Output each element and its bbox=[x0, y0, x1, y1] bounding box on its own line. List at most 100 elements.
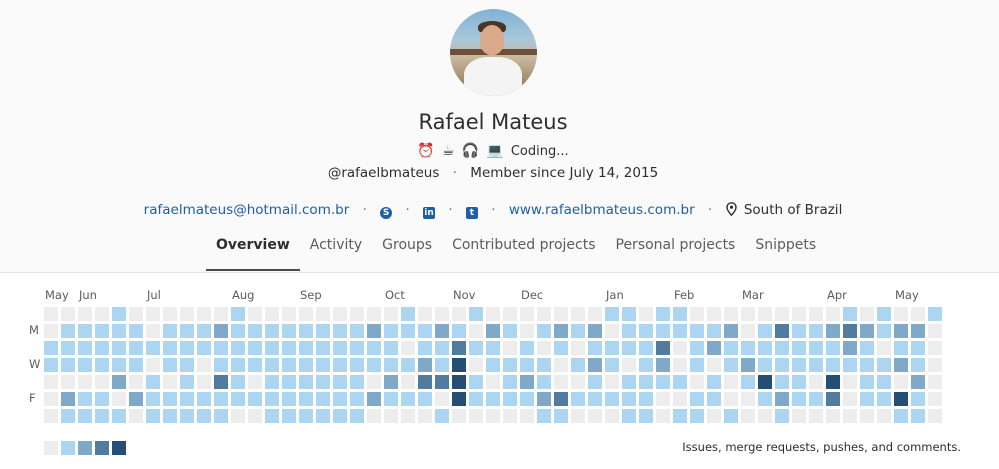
contribution-day-cell[interactable] bbox=[95, 358, 109, 372]
contribution-day-cell[interactable] bbox=[775, 341, 789, 355]
contribution-day-cell[interactable] bbox=[418, 409, 432, 423]
contribution-day-cell[interactable] bbox=[316, 324, 330, 338]
contribution-day-cell[interactable] bbox=[163, 341, 177, 355]
contribution-day-cell[interactable] bbox=[163, 307, 177, 321]
contribution-day-cell[interactable] bbox=[673, 392, 687, 406]
contribution-day-cell[interactable] bbox=[180, 307, 194, 321]
contribution-day-cell[interactable] bbox=[809, 358, 823, 372]
tab-groups[interactable]: Groups bbox=[372, 236, 442, 271]
contribution-day-cell[interactable] bbox=[486, 307, 500, 321]
contribution-day-cell[interactable] bbox=[486, 392, 500, 406]
contribution-day-cell[interactable] bbox=[95, 409, 109, 423]
contribution-day-cell[interactable] bbox=[622, 375, 636, 389]
contribution-day-cell[interactable] bbox=[724, 358, 738, 372]
contribution-day-cell[interactable] bbox=[112, 375, 126, 389]
contribution-day-cell[interactable] bbox=[197, 341, 211, 355]
contribution-day-cell[interactable] bbox=[299, 341, 313, 355]
contribution-day-cell[interactable] bbox=[690, 375, 704, 389]
contribution-day-cell[interactable] bbox=[826, 341, 840, 355]
contribution-day-cell[interactable] bbox=[231, 324, 245, 338]
contribution-day-cell[interactable] bbox=[877, 392, 891, 406]
contribution-day-cell[interactable] bbox=[911, 324, 925, 338]
contribution-day-cell[interactable] bbox=[860, 409, 874, 423]
contribution-day-cell[interactable] bbox=[605, 375, 619, 389]
contribution-day-cell[interactable] bbox=[928, 307, 942, 321]
contribution-day-cell[interactable] bbox=[265, 375, 279, 389]
contribution-day-cell[interactable] bbox=[707, 358, 721, 372]
contribution-day-cell[interactable] bbox=[690, 409, 704, 423]
contribution-day-cell[interactable] bbox=[639, 392, 653, 406]
contribution-day-cell[interactable] bbox=[809, 392, 823, 406]
contribution-day-cell[interactable] bbox=[520, 409, 534, 423]
contribution-day-cell[interactable] bbox=[673, 307, 687, 321]
contribution-day-cell[interactable] bbox=[775, 375, 789, 389]
contribution-day-cell[interactable] bbox=[673, 341, 687, 355]
contribution-day-cell[interactable] bbox=[299, 358, 313, 372]
contribution-day-cell[interactable] bbox=[129, 324, 143, 338]
contribution-day-cell[interactable] bbox=[333, 324, 347, 338]
contribution-day-cell[interactable] bbox=[146, 324, 160, 338]
contribution-day-cell[interactable] bbox=[554, 324, 568, 338]
contribution-day-cell[interactable] bbox=[95, 375, 109, 389]
contribution-day-cell[interactable] bbox=[146, 375, 160, 389]
contribution-day-cell[interactable] bbox=[180, 392, 194, 406]
contribution-day-cell[interactable] bbox=[843, 307, 857, 321]
contribution-day-cell[interactable] bbox=[826, 375, 840, 389]
contribution-day-cell[interactable] bbox=[622, 409, 636, 423]
contribution-day-cell[interactable] bbox=[129, 358, 143, 372]
contribution-day-cell[interactable] bbox=[95, 307, 109, 321]
contribution-day-cell[interactable] bbox=[826, 358, 840, 372]
linkedin-icon[interactable]: in bbox=[423, 207, 436, 219]
contribution-day-cell[interactable] bbox=[265, 392, 279, 406]
contribution-day-cell[interactable] bbox=[741, 341, 755, 355]
contribution-day-cell[interactable] bbox=[418, 307, 432, 321]
contribution-day-cell[interactable] bbox=[248, 358, 262, 372]
contribution-day-cell[interactable] bbox=[418, 358, 432, 372]
tab-overview[interactable]: Overview bbox=[206, 236, 300, 271]
contribution-day-cell[interactable] bbox=[758, 409, 772, 423]
contribution-day-cell[interactable] bbox=[214, 409, 228, 423]
contribution-day-cell[interactable] bbox=[690, 341, 704, 355]
contribution-day-cell[interactable] bbox=[401, 341, 415, 355]
contribution-day-cell[interactable] bbox=[792, 358, 806, 372]
contribution-day-cell[interactable] bbox=[469, 307, 483, 321]
contribution-day-cell[interactable] bbox=[826, 324, 840, 338]
contribution-day-cell[interactable] bbox=[639, 307, 653, 321]
contribution-day-cell[interactable] bbox=[350, 324, 364, 338]
contribution-day-cell[interactable] bbox=[78, 409, 92, 423]
contribution-day-cell[interactable] bbox=[316, 392, 330, 406]
contribution-day-cell[interactable] bbox=[724, 341, 738, 355]
contribution-day-cell[interactable] bbox=[656, 358, 670, 372]
contribution-day-cell[interactable] bbox=[758, 341, 772, 355]
contribution-day-cell[interactable] bbox=[214, 358, 228, 372]
contribution-day-cell[interactable] bbox=[435, 341, 449, 355]
contribution-day-cell[interactable] bbox=[520, 324, 534, 338]
contribution-day-cell[interactable] bbox=[792, 392, 806, 406]
contribution-day-cell[interactable] bbox=[554, 392, 568, 406]
contribution-day-cell[interactable] bbox=[299, 409, 313, 423]
contribution-day-cell[interactable] bbox=[588, 375, 602, 389]
contribution-day-cell[interactable] bbox=[537, 392, 551, 406]
contribution-day-cell[interactable] bbox=[61, 409, 75, 423]
contribution-day-cell[interactable] bbox=[401, 392, 415, 406]
contribution-day-cell[interactable] bbox=[741, 307, 755, 321]
contribution-day-cell[interactable] bbox=[639, 341, 653, 355]
contribution-day-cell[interactable] bbox=[367, 409, 381, 423]
contribution-day-cell[interactable] bbox=[367, 358, 381, 372]
contribution-day-cell[interactable] bbox=[894, 341, 908, 355]
tab-activity[interactable]: Activity bbox=[300, 236, 372, 271]
contribution-day-cell[interactable] bbox=[180, 324, 194, 338]
contribution-day-cell[interactable] bbox=[622, 341, 636, 355]
contribution-day-cell[interactable] bbox=[622, 358, 636, 372]
contribution-day-cell[interactable] bbox=[486, 375, 500, 389]
contribution-day-cell[interactable] bbox=[741, 375, 755, 389]
contribution-day-cell[interactable] bbox=[44, 324, 58, 338]
contribution-day-cell[interactable] bbox=[911, 392, 925, 406]
contribution-day-cell[interactable] bbox=[656, 341, 670, 355]
contribution-day-cell[interactable] bbox=[78, 392, 92, 406]
contribution-day-cell[interactable] bbox=[928, 358, 942, 372]
contribution-day-cell[interactable] bbox=[639, 358, 653, 372]
contribution-day-cell[interactable] bbox=[486, 341, 500, 355]
contribution-day-cell[interactable] bbox=[61, 341, 75, 355]
contribution-day-cell[interactable] bbox=[860, 324, 874, 338]
